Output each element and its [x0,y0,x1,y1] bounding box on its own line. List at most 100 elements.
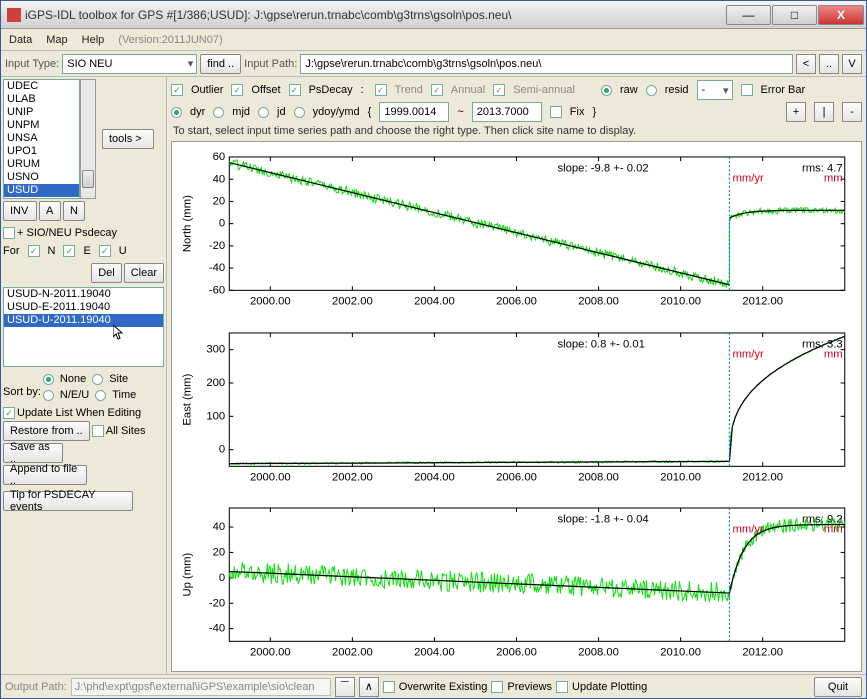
minimize-button[interactable]: — [726,5,771,25]
svg-text:2004.00: 2004.00 [414,647,455,659]
footer-btn1[interactable]: ‾‾ [335,677,355,697]
input-type-label: Input Type: [5,58,59,70]
maximize-button[interactable]: □ [772,5,817,25]
psdecay-label: + SIO/NEU Psdecay [17,227,117,239]
file-item[interactable]: USUD-E-2011.19040 [4,301,163,314]
annual-check[interactable] [431,84,443,96]
output-path-field[interactable]: J:\phd\expt\gpsf\external\iGPS\example\s… [71,678,331,696]
previews-check[interactable] [491,681,503,693]
psdecay-opt-check[interactable] [289,84,301,96]
svg-text:20: 20 [213,196,226,208]
svg-text:2002.00: 2002.00 [332,647,373,659]
svg-text:East (mm): East (mm) [181,373,193,425]
file-item[interactable]: USUD-U-2011.19040 [4,314,163,327]
menu-help[interactable]: Help [82,34,105,46]
chart-east: 01002003002000.002002.002004.002006.0020… [178,322,855,492]
trend-check[interactable] [375,84,387,96]
minus-button[interactable]: - [842,102,862,122]
svg-text:mm: mm [824,348,843,360]
dyr-radio[interactable] [171,107,182,118]
plus-button[interactable]: + [786,102,806,122]
fix-check[interactable] [550,106,562,118]
outlier-check[interactable] [171,84,183,96]
site-item[interactable]: ULAB [4,93,79,106]
input-type-select[interactable]: SIO NEU [62,54,197,74]
app-icon [7,8,21,22]
site-item[interactable]: UNPM [4,119,79,132]
close-button[interactable]: X [818,5,864,25]
ibar-button[interactable]: | [814,102,834,122]
for-e-check[interactable] [63,245,75,257]
restore-button[interactable]: Restore from .. [3,421,90,441]
del-button[interactable]: Del [91,263,122,283]
jd-radio[interactable] [258,107,269,118]
append-button[interactable]: Append to file .. [3,465,87,485]
svg-text:0: 0 [219,218,225,230]
style-select[interactable]: - [697,80,733,100]
site-item[interactable]: UDEC [4,80,79,93]
errorbar-check[interactable] [741,84,753,96]
tip-button[interactable]: Tip for PSDECAY events [3,491,133,511]
raw-radio[interactable] [601,85,612,96]
input-path-field[interactable]: J:\gpse\rerun.trnabc\comb\g3trns\gsoln\p… [300,54,793,74]
inv-button[interactable]: INV [3,201,37,221]
t1-field[interactable]: 1999.0014 [379,102,449,122]
resid-radio[interactable] [646,85,657,96]
svg-text:slope: -1.8 +- 0.04: slope: -1.8 +- 0.04 [558,514,649,526]
site-item[interactable]: UNSA [4,132,79,145]
file-list[interactable]: USUD-N-2011.19040USUD-E-2011.19040USUD-U… [3,287,164,367]
for-u-check[interactable] [99,245,111,257]
path-dots-button[interactable]: .. [819,54,839,74]
site-item[interactable]: UPO1 [4,145,79,158]
svg-text:-40: -40 [209,623,225,635]
psdecay-check[interactable] [3,227,15,239]
file-item[interactable]: USUD-N-2011.19040 [4,288,163,301]
svg-text:2012.00: 2012.00 [742,647,783,659]
quit-button[interactable]: Quit [814,677,862,697]
menu-data[interactable]: Data [9,34,32,46]
tools-button[interactable]: tools > [102,129,154,149]
sort-site-radio[interactable] [92,374,103,385]
n-button[interactable]: N [63,201,85,221]
clear-button[interactable]: Clear [124,263,164,283]
site-item[interactable]: USUD [4,184,79,197]
t2-field[interactable]: 2013.7000 [472,102,542,122]
svg-text:2010.00: 2010.00 [660,647,701,659]
update-list-check[interactable] [3,407,15,419]
find-button[interactable]: find .. [200,54,241,74]
path-v-button[interactable]: V [842,54,862,74]
site-item[interactable]: USNO [4,171,79,184]
site-item[interactable]: UNIP [4,106,79,119]
site-list-scrollbar[interactable] [80,79,96,199]
svg-text:2006.00: 2006.00 [496,296,537,308]
all-sites-check[interactable] [92,425,104,437]
svg-text:mm: mm [824,524,843,536]
svg-text:mm/yr: mm/yr [733,524,765,536]
all-sites-label: All Sites [106,425,146,437]
sort-time-radio[interactable] [95,390,106,401]
svg-text:Up (mm): Up (mm) [181,553,193,597]
path-back-button[interactable]: < [796,54,816,74]
offset-check[interactable] [231,84,243,96]
sort-none-radio[interactable] [43,374,54,385]
sort-neu-radio[interactable] [43,390,54,401]
overwrite-check[interactable] [383,681,395,693]
site-item[interactable]: URUM [4,158,79,171]
for-n-check[interactable] [28,245,40,257]
site-item[interactable]: VACS [4,197,79,199]
saveas-button[interactable]: Save as .. [3,443,63,463]
svg-text:100: 100 [206,410,225,422]
svg-text:40: 40 [213,521,226,533]
site-list[interactable]: UDECULABUNIPUNPMUNSAUPO1URUMUSNOUSUDVACS [3,79,80,199]
svg-text:2008.00: 2008.00 [578,647,619,659]
sortby-label: Sort by: [3,386,41,398]
update-plot-check[interactable] [556,681,568,693]
semiannual-check[interactable] [493,84,505,96]
ydoy-radio[interactable] [294,107,305,118]
footer-btn2[interactable]: ∧ [359,677,379,697]
menu-map[interactable]: Map [46,34,67,46]
svg-text:2010.00: 2010.00 [660,296,701,308]
svg-text:2006.00: 2006.00 [496,471,537,483]
a-button[interactable]: A [39,201,61,221]
mjd-radio[interactable] [213,107,224,118]
